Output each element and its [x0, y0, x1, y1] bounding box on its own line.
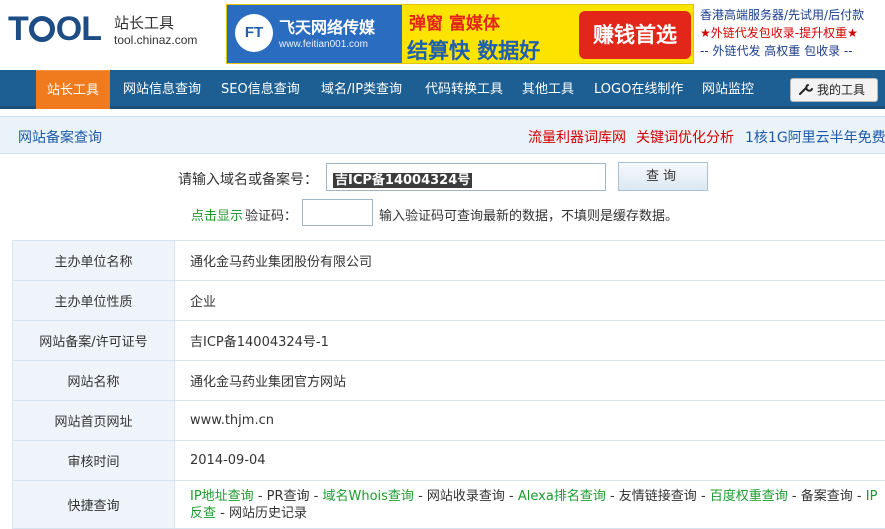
ft-logo-icon: FT [235, 14, 273, 52]
quick-link-separator: - [852, 489, 866, 504]
promo-links: 香港高端服务器/先试用/后付款 ★外链代发包收录-提升权重★ -- 外链代发 高… [700, 6, 882, 60]
row-value: 企业 [190, 295, 217, 310]
table-row: 网站名称 通化金马药业集团官方网站 [12, 361, 885, 401]
domain-search-value: 吉ICP备14004324号 [333, 173, 473, 188]
table-row: 网站首页网址 www.thjm.cn [12, 401, 885, 441]
main-nav: 站长工具 网站信息查询 SEO信息查询 域名/IP类查询 代码转换工具 其他工具… [0, 70, 885, 109]
quick-link[interactable]: 网站历史记录 [229, 506, 307, 521]
logo-chinese-name: 站长工具 [114, 14, 175, 32]
quick-link-separator: - [504, 489, 518, 504]
logo-wordmark: T OL [8, 10, 102, 48]
wrench-icon [799, 84, 813, 95]
quick-link-separator: - [413, 489, 427, 504]
icp-result-table: 主办单位名称 通化金马药业集团股份有限公司 主办单位性质 企业 网站备案/许可证… [12, 240, 885, 529]
table-row-quick-links: 快捷查询 IP地址查询 - PR查询 - 域名Whois查询 - 网站收录查询 … [12, 481, 885, 529]
nav-item-seo-info[interactable]: SEO信息查询 [221, 70, 300, 109]
quick-link-separator: - [696, 489, 710, 504]
domain-input-label: 请输入域名或备案号： [178, 172, 318, 188]
quick-link-separator: - [216, 506, 229, 521]
ad-headline-1: 弹窗 富媒体 [409, 14, 500, 34]
nav-item-site-info[interactable]: 网站信息查询 [123, 70, 201, 109]
table-row: 审核时间 2014-09-04 [12, 441, 885, 481]
quick-link-separator: - [787, 489, 801, 504]
table-row: 主办单位性质 企业 [12, 281, 885, 321]
row-key: 快捷查询 [12, 481, 175, 528]
quick-link-separator: - [309, 489, 323, 504]
sub-link-aliyun-promo[interactable]: 1核1G阿里云半年免费 [745, 127, 885, 147]
row-value: 通化金马药业集团股份有限公司 [190, 255, 373, 270]
table-row: 网站备案/许可证号 吉ICP备14004324号-1 [12, 321, 885, 361]
quick-links: IP地址查询 - PR查询 - 域名Whois查询 - 网站收录查询 - Ale… [190, 488, 880, 522]
ad-banner[interactable]: FT 飞天网络传媒 www.feitian001.com 弹窗 富媒体 结算快 … [226, 4, 694, 64]
nav-item-domain-ip[interactable]: 域名/IP类查询 [321, 70, 402, 109]
row-key: 主办单位性质 [12, 281, 175, 320]
promo-link-server[interactable]: 香港高端服务器/先试用/后付款 [700, 6, 882, 24]
promo-link-backlinks[interactable]: ★外链代发包收录-提升权重★ [700, 24, 882, 42]
quick-link[interactable]: 域名Whois查询 [323, 489, 414, 504]
quick-link[interactable]: IP地址查询 [190, 489, 254, 504]
quick-link[interactable]: 网站收录查询 [427, 489, 505, 504]
quick-link[interactable]: 友情链接查询 [619, 489, 697, 504]
ad-callout: 赚钱首选 [579, 11, 691, 59]
captcha-hint: 输入验证码可查询最新的数据，不填则是缓存数据。 [379, 209, 679, 224]
nav-item-other-tools[interactable]: 其他工具 [522, 70, 574, 109]
row-value: 吉ICP备14004324号-1 [190, 335, 329, 350]
quick-link[interactable]: PR查询 [267, 489, 310, 504]
nav-item-site-monitor[interactable]: 网站监控 [702, 70, 754, 109]
row-key: 网站名称 [12, 361, 175, 400]
nav-item-logo-maker[interactable]: LOGO在线制作 [594, 70, 683, 109]
ad-headline-2: 结算快 数据好 [407, 39, 541, 63]
logo-url: tool.chinaz.com [114, 33, 198, 47]
nav-item-webmaster-tools[interactable]: 站长工具 [36, 70, 110, 109]
row-key: 主办单位名称 [12, 241, 175, 280]
domain-search-input[interactable]: 吉ICP备14004324号 [326, 163, 606, 191]
row-value: 通化金马药业集团官方网站 [190, 375, 347, 390]
quick-link-separator: - [253, 489, 267, 504]
ad-site-url: www.feitian001.com [279, 39, 368, 50]
table-row: 主办单位名称 通化金马药业集团股份有限公司 [12, 241, 885, 281]
ad-brand-name: 飞天网络传媒 [279, 18, 376, 37]
sub-link-keyword-analysis[interactable]: 关键词优化分析 [636, 127, 734, 147]
row-value: www.thjm.cn [190, 413, 274, 428]
my-tools-button[interactable]: 我的工具 [790, 78, 878, 102]
quick-link[interactable]: 百度权重查询 [710, 489, 788, 504]
logo-o-icon [28, 16, 55, 42]
quick-link[interactable]: Alexa排名查询 [518, 489, 606, 504]
query-button[interactable]: 查询 [618, 162, 708, 191]
captcha-input[interactable] [302, 199, 373, 226]
row-key: 网站首页网址 [12, 401, 175, 440]
sub-link-keyword-db[interactable]: 流量利器词库网 [528, 127, 626, 147]
promo-link-indexing[interactable]: -- 外链代发 高权重 包收录 -- [700, 42, 882, 60]
site-header: T OL 站长工具 tool.chinaz.com FT 飞天网络传媒 www.f… [0, 0, 885, 70]
quick-link-separator: - [605, 489, 619, 504]
page-subheader: 网站备案查询 流量利器词库网 关键词优化分析 1核1G阿里云半年免费 [0, 116, 885, 154]
nav-item-code-convert[interactable]: 代码转换工具 [425, 70, 503, 109]
captcha-label: 验证码： [245, 209, 298, 224]
page-title: 网站备案查询 [18, 130, 102, 146]
row-key: 网站备案/许可证号 [12, 321, 175, 360]
show-captcha-link[interactable]: 点击显示 [191, 205, 243, 224]
site-logo[interactable]: T OL 站长工具 tool.chinaz.com [8, 8, 218, 58]
row-key: 审核时间 [12, 441, 175, 480]
quick-link[interactable]: 备案查询 [801, 489, 853, 504]
ad-brand-panel: FT 飞天网络传媒 www.feitian001.com [227, 5, 402, 63]
row-value: 2014-09-04 [190, 453, 266, 468]
